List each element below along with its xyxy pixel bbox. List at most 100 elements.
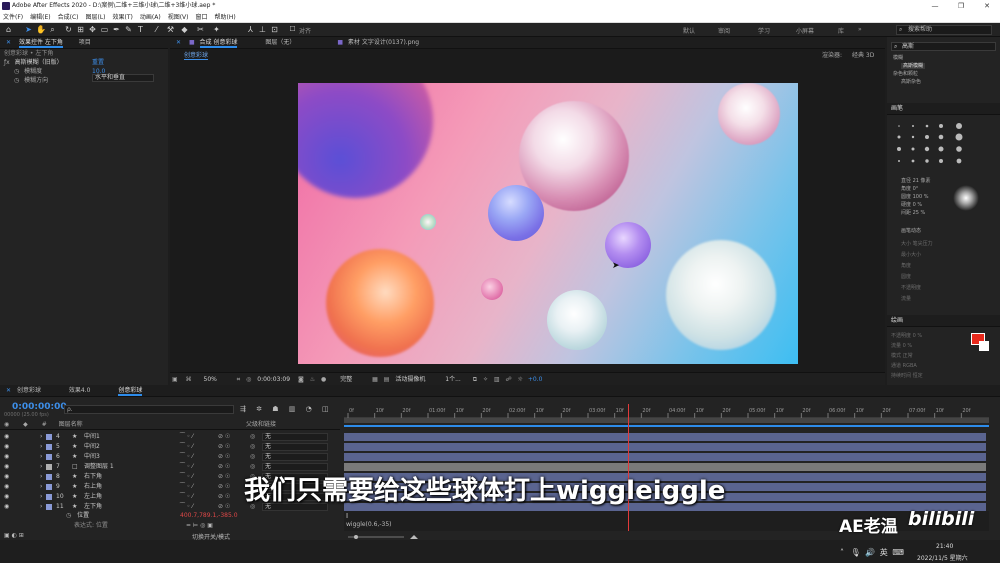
label-color-swatch[interactable]: [46, 494, 52, 500]
param-value[interactable]: 100 %: [913, 194, 929, 200]
label-color-swatch[interactable]: [46, 444, 52, 450]
eraser-tool-icon[interactable]: ◆: [180, 25, 189, 34]
eye-icon[interactable]: ◉: [4, 443, 9, 450]
tab-project[interactable]: 项目: [79, 39, 91, 46]
layer-name[interactable]: 调整图层 1: [84, 462, 114, 472]
selection-tool-icon[interactable]: ➤: [24, 25, 33, 34]
zoom-tool-icon[interactable]: ⌕: [48, 25, 57, 34]
tree-item-gaussian-noise[interactable]: 高斯杂色: [893, 78, 925, 86]
eye-icon[interactable]: ◉: [4, 473, 9, 480]
reset-exposure-icon[interactable]: ☼: [518, 376, 523, 383]
label-color-swatch[interactable]: [46, 484, 52, 490]
eye-icon[interactable]: ◉: [4, 503, 9, 510]
transparency-grid-icon[interactable]: ▦: [372, 376, 378, 383]
mask-visibility-icon[interactable]: ⌘: [186, 376, 192, 383]
parent-pickwhip-icon[interactable]: ◎: [250, 452, 255, 462]
layer-3d-switch-icon[interactable]: ⊘ ☉: [218, 482, 230, 492]
pan-behind-tool-icon[interactable]: ✥: [88, 25, 97, 34]
3d-view-icon[interactable]: ▤: [384, 376, 390, 383]
menu-window[interactable]: 窗口: [195, 12, 207, 22]
motion-blur-icon[interactable]: ◔: [306, 405, 312, 413]
menu-view[interactable]: 视图(V): [168, 12, 189, 22]
layer-duration-bar[interactable]: [344, 443, 986, 451]
current-time-display[interactable]: 0:00:03:09: [257, 376, 290, 383]
zoom-select[interactable]: 50%: [204, 376, 217, 383]
axis-local-icon[interactable]: ⅄: [246, 25, 255, 34]
paint-param-value[interactable]: 恒定: [913, 373, 923, 379]
brush-tool-icon[interactable]: ⁄: [152, 25, 161, 34]
comp-mini-flowchart-icon[interactable]: ⇶: [240, 405, 246, 413]
layer-name[interactable]: 左上角: [84, 492, 102, 502]
layer-switches[interactable]: ⁀ ◦ ⁄: [180, 442, 193, 452]
camera-view-select[interactable]: 活动摄像机: [395, 376, 425, 383]
color-channel-icon[interactable]: ●: [321, 376, 326, 383]
help-search-input[interactable]: ⌕ 搜索帮助: [896, 25, 992, 35]
chevron-up-icon[interactable]: ˄: [840, 548, 844, 557]
close-tab-icon[interactable]: ✕: [6, 39, 11, 46]
show-snapshot-icon[interactable]: ♨: [310, 376, 315, 383]
eye-icon[interactable]: ◉: [4, 463, 9, 470]
label-color-swatch[interactable]: [46, 434, 52, 440]
grid-icon[interactable]: ⌗: [237, 376, 240, 383]
label-color-swatch[interactable]: [46, 504, 52, 510]
layer-name[interactable]: 中间3: [84, 452, 100, 462]
keyboard-icon[interactable]: ⌨: [892, 548, 904, 557]
layer-switches[interactable]: ⁀ ◦ ⁄: [180, 482, 193, 492]
clock-time[interactable]: 21:40: [936, 543, 953, 550]
layer-name[interactable]: 中间1: [84, 432, 100, 442]
menu-file[interactable]: 文件(F): [3, 12, 23, 22]
layer-switches[interactable]: ⁀ ◦ ⁄: [180, 492, 193, 502]
workspace-libraries[interactable]: 库: [838, 26, 844, 35]
stopwatch-icon[interactable]: ◷: [14, 77, 19, 84]
menu-composition[interactable]: 合成(C): [58, 12, 79, 22]
ime-indicator[interactable]: 英: [880, 548, 888, 557]
layer-3d-switch-icon[interactable]: ⊘ ☉: [218, 442, 230, 452]
comp-breadcrumb[interactable]: 创意彩球: [184, 52, 209, 60]
render-time-icon[interactable]: ▣: [4, 532, 10, 539]
axis-world-icon[interactable]: ⊥: [258, 25, 267, 34]
menu-layer[interactable]: 图层(L): [86, 12, 106, 22]
menu-effect[interactable]: 效果(T): [113, 12, 133, 22]
tab-footage[interactable]: 素材 文字设计(0137).png: [348, 39, 419, 46]
axis-view-icon[interactable]: ⊡: [270, 25, 279, 34]
layer-switches[interactable]: ⁀ ◦ ⁄: [180, 472, 193, 482]
clone-stamp-tool-icon[interactable]: ⚒: [166, 25, 175, 34]
param-value[interactable]: 25 %: [913, 210, 926, 216]
fast-preview-icon[interactable]: ✧: [483, 376, 488, 383]
eye-icon[interactable]: ◉: [4, 493, 9, 500]
layer-name[interactable]: 右下角: [84, 472, 102, 482]
expand-chevron-icon[interactable]: ›: [40, 482, 42, 492]
eye-icon[interactable]: ◉: [4, 433, 9, 440]
layer-name[interactable]: 中间2: [84, 442, 100, 452]
clock-date[interactable]: 2022/11/5 星期六: [917, 553, 968, 562]
home-icon[interactable]: ⌂: [4, 25, 13, 34]
resolution-select[interactable]: 完整: [340, 376, 352, 383]
workspace-review[interactable]: 审阅: [718, 26, 730, 35]
hand-tool-icon[interactable]: ✋: [36, 25, 46, 34]
param-value[interactable]: 0°: [913, 186, 919, 192]
expand-chevron-icon[interactable]: ›: [40, 452, 42, 462]
color-depth-icon[interactable]: ◐: [12, 532, 17, 539]
parent-select[interactable]: 无: [262, 443, 328, 451]
expand-chevron-icon[interactable]: ›: [40, 472, 42, 482]
microphone-icon[interactable]: 🎙: [851, 548, 861, 557]
layer-name[interactable]: 右上角: [84, 482, 102, 492]
paint-param-value[interactable]: 0 %: [903, 343, 913, 349]
renderer-value[interactable]: 经典 3D: [852, 49, 874, 63]
layer-3d-switch-icon[interactable]: ⊘ ☉: [218, 432, 230, 442]
menu-help[interactable]: 帮助(H): [215, 12, 236, 22]
snap-checkbox[interactable]: ☐: [288, 25, 297, 34]
work-area-bar[interactable]: [344, 418, 989, 423]
layer-switches[interactable]: ⁀ ◦ ⁄: [180, 462, 193, 472]
workspace-small-screen[interactable]: 小屏幕: [796, 26, 814, 35]
tab-effect-controls[interactable]: 效果控件 左下角: [18, 39, 63, 48]
view-layout-select[interactable]: 1个...: [445, 376, 461, 383]
pen-tool-icon[interactable]: ✒: [112, 25, 121, 34]
shy-layers-icon[interactable]: ☗: [272, 405, 278, 413]
time-ruler[interactable]: 0f 10f 20f 01:00f 10f 20f 02:00f 10f 20f 03:00f 10…: [344, 404, 989, 418]
minimize-button[interactable]: —: [922, 0, 948, 12]
tree-item-blur[interactable]: 模糊: [893, 54, 925, 62]
parent-pickwhip-icon[interactable]: ◎: [250, 432, 255, 442]
switch-mode-toggle[interactable]: 切换开关/模式: [192, 532, 230, 541]
timeline-search-input[interactable]: ρ.: [64, 405, 234, 414]
